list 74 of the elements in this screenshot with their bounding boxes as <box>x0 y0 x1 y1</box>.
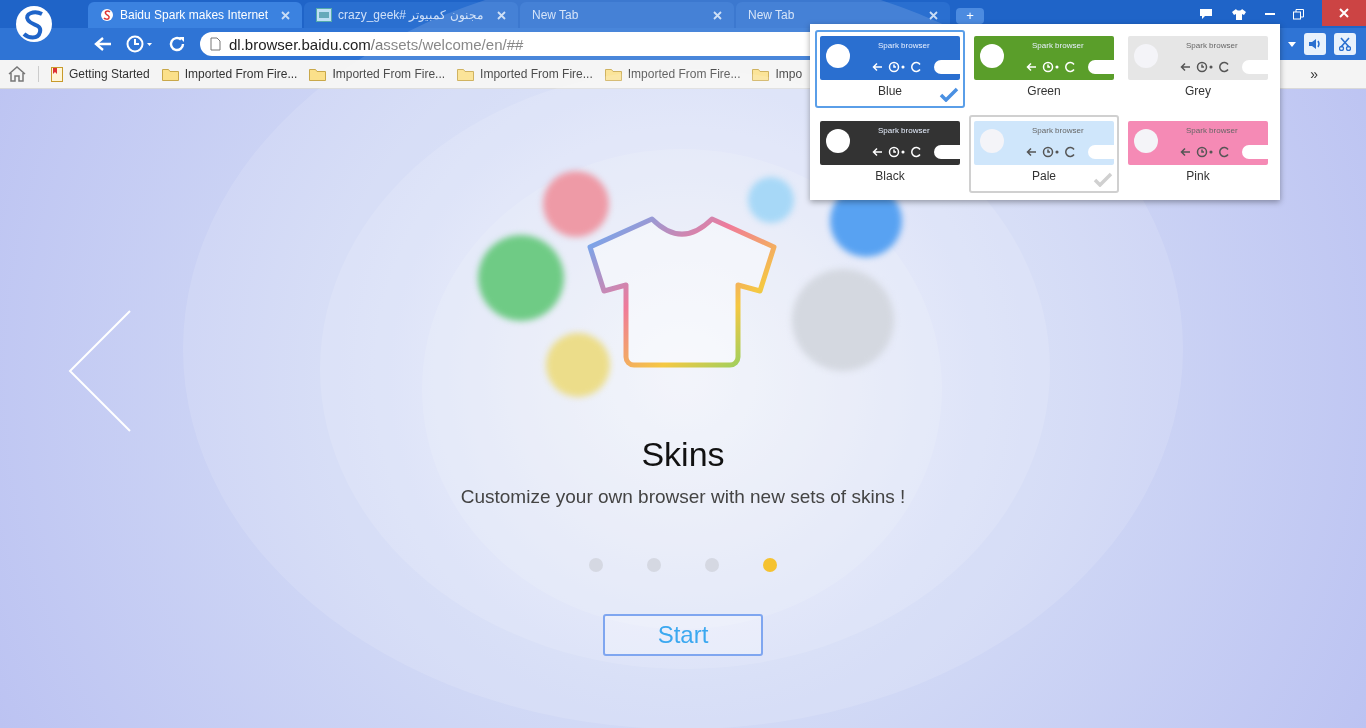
browser-tab[interactable]: Baidu Spark makes Internet <box>88 2 302 28</box>
pagination-dot[interactable] <box>763 558 777 572</box>
bookmark[interactable]: Getting Started <box>51 66 150 82</box>
tab-title: New Tab <box>532 8 580 22</box>
minimize-icon[interactable] <box>1265 12 1275 16</box>
bookmark-label: Impo <box>775 67 803 81</box>
color-bubble <box>748 177 794 223</box>
page-bookmark-icon <box>51 66 63 82</box>
bookmark[interactable]: Impo <box>752 67 803 81</box>
restore-icon[interactable] <box>1293 8 1304 20</box>
page-icon <box>210 37 221 51</box>
sound-button[interactable] <box>1304 33 1326 55</box>
bookmark-label: Imported From Fire... <box>480 67 593 81</box>
more-bookmarks-chevron[interactable]: » <box>1310 66 1318 82</box>
folder-icon <box>752 67 770 81</box>
bookmark[interactable]: Imported From Fire... <box>309 67 446 81</box>
shirt-icon[interactable] <box>1231 7 1247 21</box>
skin-preview: Spark browser <box>974 36 1114 80</box>
close-icon <box>1339 8 1349 18</box>
color-bubble <box>546 333 610 397</box>
skin-preview: Spark browser <box>1128 121 1268 165</box>
skin-option[interactable]: Spark browser Pink <box>1123 115 1273 193</box>
skin-option[interactable]: Spark browser Blue <box>815 30 965 108</box>
bookmark-label: Imported From Fire... <box>627 67 741 81</box>
close-tab-icon[interactable] <box>713 10 722 20</box>
skin-option[interactable]: Spark browser Black <box>815 115 965 193</box>
checkmark-icon <box>1093 172 1113 187</box>
tab-title: New Tab <box>748 8 796 22</box>
skin-name: Grey <box>1185 84 1211 98</box>
browser-tab[interactable]: crazy_geek# مجنون كمبيوتر <box>304 2 518 28</box>
back-arrow-icon[interactable] <box>94 36 112 52</box>
bookmark-label: Imported From Fire... <box>332 67 446 81</box>
screenshot-button[interactable] <box>1334 33 1356 55</box>
slide-subtitle: Customize your own browser with new sets of skins ! <box>460 486 906 508</box>
tab-title: crazy_geek# مجنون كمبيوتر <box>338 8 484 22</box>
bookmark[interactable]: Imported From Fire... <box>457 67 593 81</box>
bookmark-label: Imported From Fire... <box>184 67 298 81</box>
scissors-icon <box>1339 37 1351 51</box>
reload-icon[interactable] <box>168 35 186 53</box>
close-tab-icon[interactable] <box>929 10 938 20</box>
skin-option[interactable]: Spark browser Grey <box>1123 30 1273 108</box>
checkmark-icon <box>939 87 959 102</box>
bookmark[interactable]: Imported From Fire... <box>604 67 741 81</box>
skin-preview: Spark browser <box>974 121 1114 165</box>
folder-icon <box>457 67 475 81</box>
spark-favicon-icon <box>100 8 114 22</box>
folder-icon <box>604 67 622 81</box>
skin-name: Blue <box>878 84 902 98</box>
folder-icon <box>161 67 179 81</box>
dropdown-caret-icon[interactable] <box>1288 41 1296 47</box>
bookmark[interactable]: Imported From Fire... <box>161 67 298 81</box>
skin-name: Pink <box>1186 169 1210 183</box>
close-tab-icon[interactable] <box>497 10 506 20</box>
chat-icon[interactable] <box>1199 8 1213 20</box>
folder-icon <box>309 67 327 81</box>
skin-option[interactable]: Spark browser Pale <box>969 115 1119 193</box>
skin-preview: Spark browser <box>1128 36 1268 80</box>
speaker-icon <box>1308 38 1322 50</box>
slide-title: Skins <box>641 435 725 474</box>
skin-name: Pale <box>1032 169 1056 183</box>
skin-preview: Spark browser <box>820 121 960 165</box>
skin-option[interactable]: Spark browser Green <box>969 30 1119 108</box>
close-tab-icon[interactable] <box>281 10 290 20</box>
close-window-button[interactable] <box>1322 0 1366 26</box>
color-bubble <box>543 171 609 237</box>
skin-name: Green <box>1027 84 1061 98</box>
url-text: dl.browser.baidu.com/assets/welcome/en/## <box>229 35 524 53</box>
home-icon[interactable] <box>8 66 26 82</box>
skin-name: Black <box>875 169 905 183</box>
history-clock-icon[interactable] <box>126 35 154 53</box>
image-favicon-icon <box>316 8 332 22</box>
skin-preview: Spark browser <box>820 36 960 80</box>
bookmark-label: Getting Started <box>69 67 150 81</box>
tab-title: Baidu Spark makes Internet <box>120 8 270 22</box>
